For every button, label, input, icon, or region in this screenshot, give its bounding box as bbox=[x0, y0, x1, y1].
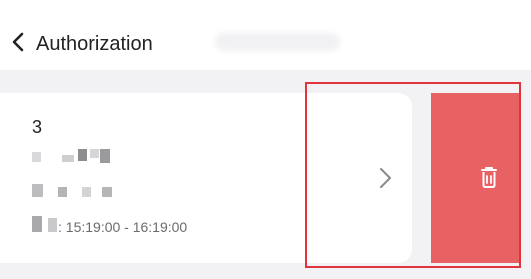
header-bar: Authorization bbox=[0, 0, 531, 70]
back-button[interactable]: Authorization bbox=[10, 28, 180, 60]
page-title: Authorization bbox=[36, 32, 153, 55]
blurred-header-content bbox=[215, 33, 340, 51]
time-range-text: : 15:19:00 - 16:19:00 bbox=[58, 219, 188, 235]
item-number: 3 bbox=[32, 117, 43, 137]
chevron-left-icon bbox=[10, 30, 28, 59]
swipe-actions-highlight bbox=[305, 82, 521, 268]
